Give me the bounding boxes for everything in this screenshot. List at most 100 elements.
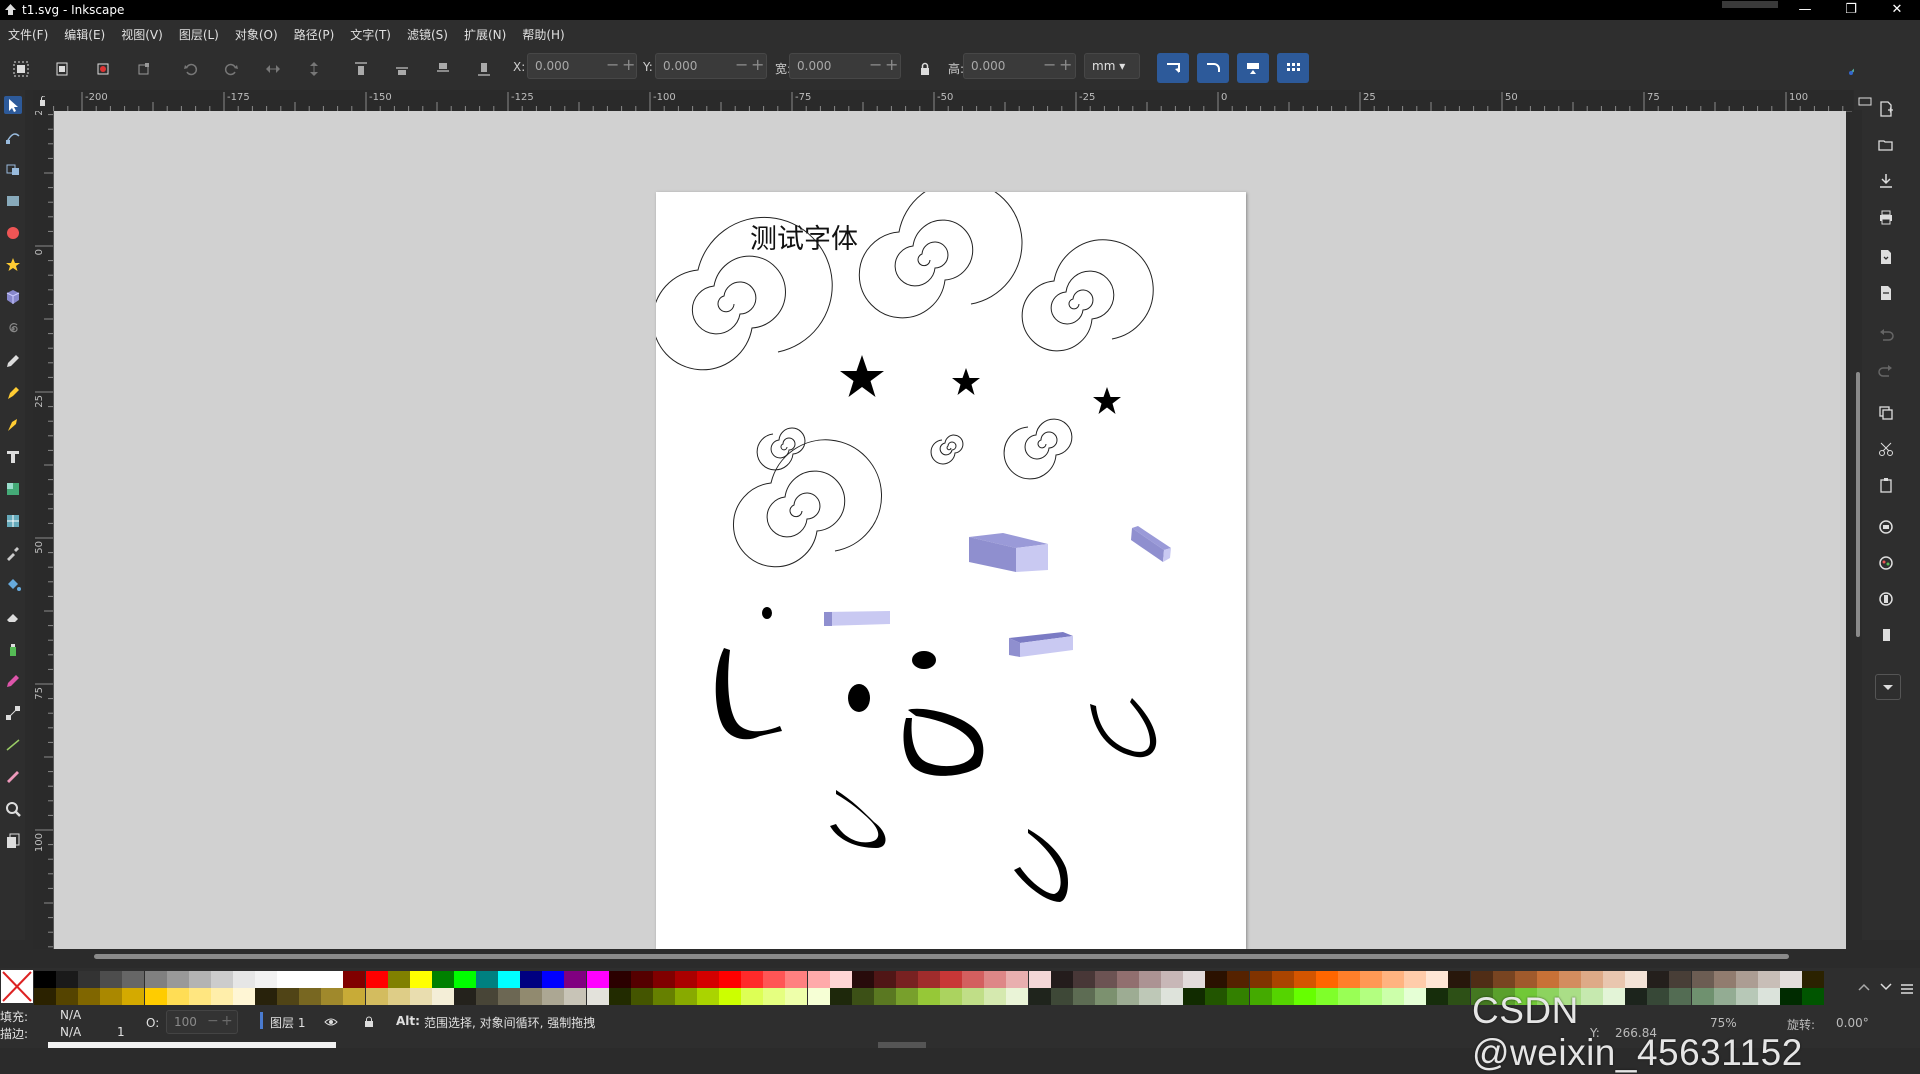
menu-text[interactable]: 文字(T) [350,26,391,43]
color-swatch[interactable] [1205,988,1228,1005]
color-swatch[interactable] [1139,971,1161,988]
spiral-4[interactable] [756,427,806,471]
color-swatch[interactable] [343,988,366,1005]
color-swatch[interactable] [498,988,521,1005]
stroke-value[interactable]: N/A [60,1025,81,1039]
color-swatch[interactable] [1337,988,1360,1005]
color-swatch[interactable] [697,988,719,1005]
color-swatch[interactable] [918,988,940,1005]
color-swatch[interactable] [1382,988,1405,1005]
color-swatch[interactable] [1315,988,1338,1005]
stroke-4[interactable] [830,790,886,848]
save-button[interactable] [1877,172,1897,192]
color-swatch[interactable] [100,971,123,988]
new-document-button[interactable] [1877,100,1897,120]
color-swatch[interactable] [984,971,1007,988]
opacity-decrement[interactable]: − [207,1013,219,1029]
color-swatch[interactable] [1382,971,1405,988]
color-swatch[interactable] [1271,971,1294,988]
color-swatch[interactable] [1404,988,1427,1005]
zoom-selection-button[interactable] [1877,518,1897,538]
dropper-tool[interactable] [4,544,22,562]
color-swatch[interactable] [1050,971,1073,988]
menu-file[interactable]: 文件(F) [8,26,48,43]
undo-button[interactable] [1877,326,1897,346]
menu-view[interactable]: 视图(V) [121,26,163,43]
fill-value[interactable]: N/A [60,1008,81,1022]
star-3[interactable] [1093,387,1121,414]
color-swatch[interactable] [1072,971,1095,988]
color-swatch[interactable] [1558,971,1581,988]
color-swatch[interactable] [1625,971,1648,988]
color-swatch[interactable] [1360,971,1382,988]
lower-button[interactable] [430,56,456,82]
color-swatch[interactable] [277,988,300,1005]
color-swatch[interactable] [785,988,808,1005]
color-swatch[interactable] [520,988,543,1005]
color-swatch[interactable] [1669,971,1692,988]
color-swatch[interactable] [763,988,786,1005]
rotate-ccw-button[interactable] [178,56,204,82]
color-swatch[interactable] [365,988,388,1005]
color-swatch[interactable] [1713,971,1736,988]
color-swatch[interactable] [476,971,498,988]
stroke-width-value[interactable]: 1 [117,1025,125,1039]
color-swatch[interactable] [144,971,167,988]
spiral-tool[interactable] [4,320,22,338]
connector-tool[interactable] [4,704,22,722]
color-swatch[interactable] [1139,988,1161,1005]
color-swatch[interactable] [1536,971,1559,988]
select-all-button[interactable] [8,56,34,82]
color-swatch[interactable] [1426,988,1449,1005]
color-swatch[interactable] [741,988,764,1005]
opacity-increment[interactable]: + [221,1013,233,1029]
pencil-pink-tool[interactable] [4,672,22,690]
color-swatch[interactable] [1315,971,1338,988]
color-swatch[interactable] [122,971,145,988]
color-swatch[interactable] [564,988,587,1005]
close-button[interactable]: ✕ [1874,0,1920,20]
color-swatch[interactable] [1735,971,1758,988]
menu-help[interactable]: 帮助(H) [522,26,564,43]
color-swatch[interactable] [1249,971,1272,988]
transform-patterns-button[interactable] [1277,53,1309,83]
color-swatch[interactable] [1116,988,1139,1005]
spiral-7[interactable] [733,439,882,568]
color-swatch[interactable] [1293,971,1316,988]
color-swatch[interactable] [1006,988,1029,1005]
color-swatch[interactable] [299,971,322,988]
calligraphy-tool[interactable] [4,416,22,434]
3d-box-1[interactable] [969,533,1048,572]
color-swatch[interactable] [1802,971,1824,988]
unit-select[interactable]: mm ▾ [1084,53,1140,79]
color-swatch[interactable] [232,988,255,1005]
color-swatch[interactable] [697,971,719,988]
color-swatch[interactable] [608,971,631,988]
color-swatch[interactable] [210,988,233,1005]
flip-horizontal-button[interactable] [260,56,286,82]
width-increment[interactable]: + [885,53,898,79]
color-swatch[interactable] [188,988,211,1005]
y-increment[interactable]: + [751,53,764,79]
export-button[interactable] [1877,284,1897,304]
color-swatch[interactable] [984,988,1007,1005]
menu-object[interactable]: 对象(O) [235,26,278,43]
color-swatch[interactable] [255,988,277,1005]
spiral-2[interactable] [858,192,1023,319]
vertical-scroll-thumb[interactable] [1856,372,1860,637]
print-button[interactable] [1877,208,1897,228]
dot-3[interactable] [848,684,870,712]
color-swatch[interactable] [1116,971,1139,988]
measure-tool[interactable] [4,768,22,786]
import-button[interactable] [1877,248,1897,268]
color-swatch[interactable] [586,971,609,988]
mesh-tool[interactable] [4,512,22,530]
color-swatch[interactable] [365,971,388,988]
color-swatch[interactable] [1249,988,1272,1005]
layer-name[interactable]: 图层 1 [270,1014,305,1031]
color-swatch[interactable] [1072,988,1095,1005]
color-swatch[interactable] [895,971,918,988]
rotate-cw-button[interactable] [218,56,244,82]
color-swatch[interactable] [255,971,277,988]
menu-path[interactable]: 路径(P) [294,26,335,43]
